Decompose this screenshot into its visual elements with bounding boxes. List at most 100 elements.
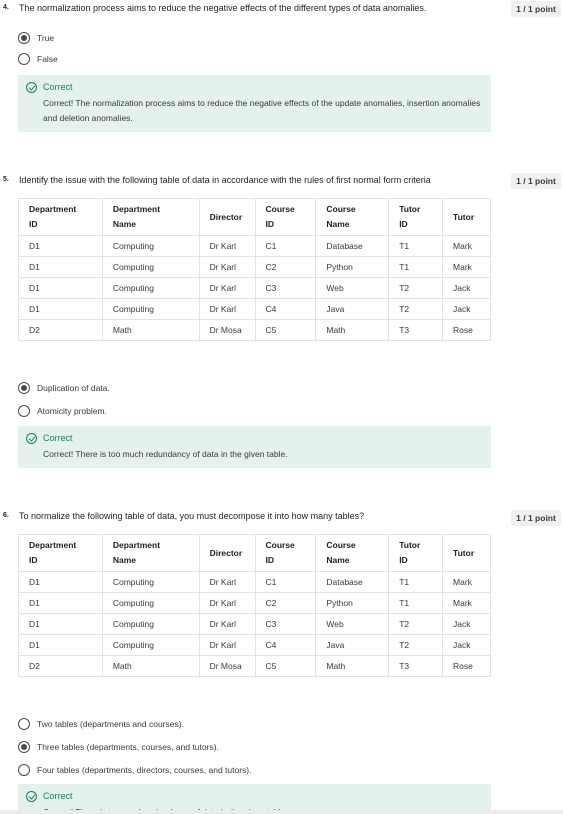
option-label: True [37,33,55,43]
cell: T1 [388,256,444,278]
question-text: To normalize the following table of data… [19,511,365,521]
cell: Mark [442,256,491,278]
cell: D1 [18,298,103,320]
table-row: D1 Computing Dr Karl C3 Web T2 Jack [18,613,491,635]
option-three-tables[interactable]: Three tables (departments, courses, and … [18,740,219,754]
cell: D1 [18,613,103,635]
radio-selected-icon[interactable] [18,382,30,394]
cell: T1 [388,592,444,614]
feedback-correct: Correct Correct! The normalization proce… [18,75,491,132]
header-department-id: Department ID [18,198,103,236]
radio-selected-icon[interactable] [18,741,30,753]
cell: Rose [442,655,491,677]
cell: Java [315,298,390,320]
header-department-name: Department Name [101,198,200,236]
cell: T1 [388,571,444,593]
option-false[interactable]: False [18,52,58,66]
cell: Math [315,655,390,677]
radio-unselected-icon[interactable] [18,405,30,417]
cell: C1 [254,571,317,593]
cell: T1 [388,235,444,257]
question-text: The normalization process aims to reduce… [19,3,427,13]
cell: Rose [442,319,491,341]
check-circle-icon [26,82,37,93]
cell: Math [101,655,200,677]
option-label: False [37,54,58,64]
cell: Computing [101,277,200,299]
option-two-tables[interactable]: Two tables (departments and courses). [18,717,184,731]
option-four-tables[interactable]: Four tables (departments, directors, cou… [18,763,251,777]
check-circle-icon [26,433,37,444]
header-department-id: Department ID [18,534,103,572]
radio-unselected-icon[interactable] [18,718,30,730]
radio-unselected-icon[interactable] [18,764,30,776]
table-header-row: Department ID Department Name Director Cou… [18,534,491,572]
cell: Computing [101,613,200,635]
cell: C4 [254,298,317,320]
header-tutor: Tutor [442,198,491,236]
cell: Jack [442,613,491,635]
points-badge: 1 / 1 point [511,510,561,526]
cell: Dr Karl [198,571,256,593]
option-duplication[interactable]: Duplication of data. [18,381,110,395]
cell: Computing [101,634,200,656]
cell: Computing [101,571,200,593]
cell: Python [315,592,390,614]
option-atomicity[interactable]: Atomicity problem. [18,404,107,418]
cell: Dr Karl [198,256,256,278]
header-director: Director [198,534,256,572]
header-course-id: Course ID [254,198,317,236]
header-tutor-id: Tutor ID [388,534,444,572]
option-label: Four tables (departments, directors, cou… [37,765,252,775]
cell: T2 [388,634,444,656]
cell: D2 [18,319,103,341]
cell: Web [315,613,390,635]
cell: Jack [442,298,491,320]
cell: D1 [18,235,103,257]
data-table: Department ID Department Name Director Cou… [18,198,491,341]
cell: Dr Karl [198,277,256,299]
cell: C2 [254,592,317,614]
option-label: Duplication of data. [37,383,110,393]
table-row: D1 Computing Dr Karl C4 Java T2 Jack [18,298,491,320]
cell: C3 [254,613,317,635]
radio-selected-icon[interactable] [18,32,30,44]
feedback-correct: Correct Correct! There is too much redun… [18,426,491,468]
feedback-text: Correct! There is too much redundancy of… [43,449,288,459]
radio-unselected-icon[interactable] [18,53,30,65]
header-course-name: Course Name [315,198,390,236]
table-row: D1 Computing Dr Karl C2 Python T1 Mark [18,592,491,614]
cell: T2 [388,613,444,635]
header-course-id: Course ID [254,534,317,572]
cell: Dr Mosa [198,655,256,677]
option-label: Two tables (departments and courses). [37,719,184,729]
cell: Math [101,319,200,341]
cell: Database [315,571,390,593]
points-badge: 1 / 1 point [511,173,561,189]
table-header-row: Department ID Department Name Director Cou… [18,198,491,236]
question-number: 5. [3,176,9,183]
cell: C2 [254,256,317,278]
feedback-title: Correct [43,433,73,443]
cell: Mark [442,235,491,257]
option-label: Three tables (departments, courses, and … [37,742,219,752]
cell: Dr Mosa [198,319,256,341]
table-row: D1 Computing Dr Karl C3 Web T2 Jack [18,277,491,299]
cell: C3 [254,277,317,299]
page-bottom-divider [0,810,563,814]
option-true[interactable]: True [18,31,54,45]
cell: D1 [18,571,103,593]
cell: Mark [442,592,491,614]
cell: C5 [254,655,317,677]
cell: Mark [442,571,491,593]
cell: D1 [18,634,103,656]
cell: D2 [18,655,103,677]
header-tutor: Tutor [442,534,491,572]
cell: Jack [442,634,491,656]
cell: Dr Karl [198,592,256,614]
feedback-title: Correct [43,791,73,801]
table-row: D2 Math Dr Mosa C5 Math T3 Rose [18,655,491,677]
table-row: D1 Computing Dr Karl C1 Database T1 Mark [18,235,491,257]
cell: Database [315,235,390,257]
cell: D1 [18,277,103,299]
